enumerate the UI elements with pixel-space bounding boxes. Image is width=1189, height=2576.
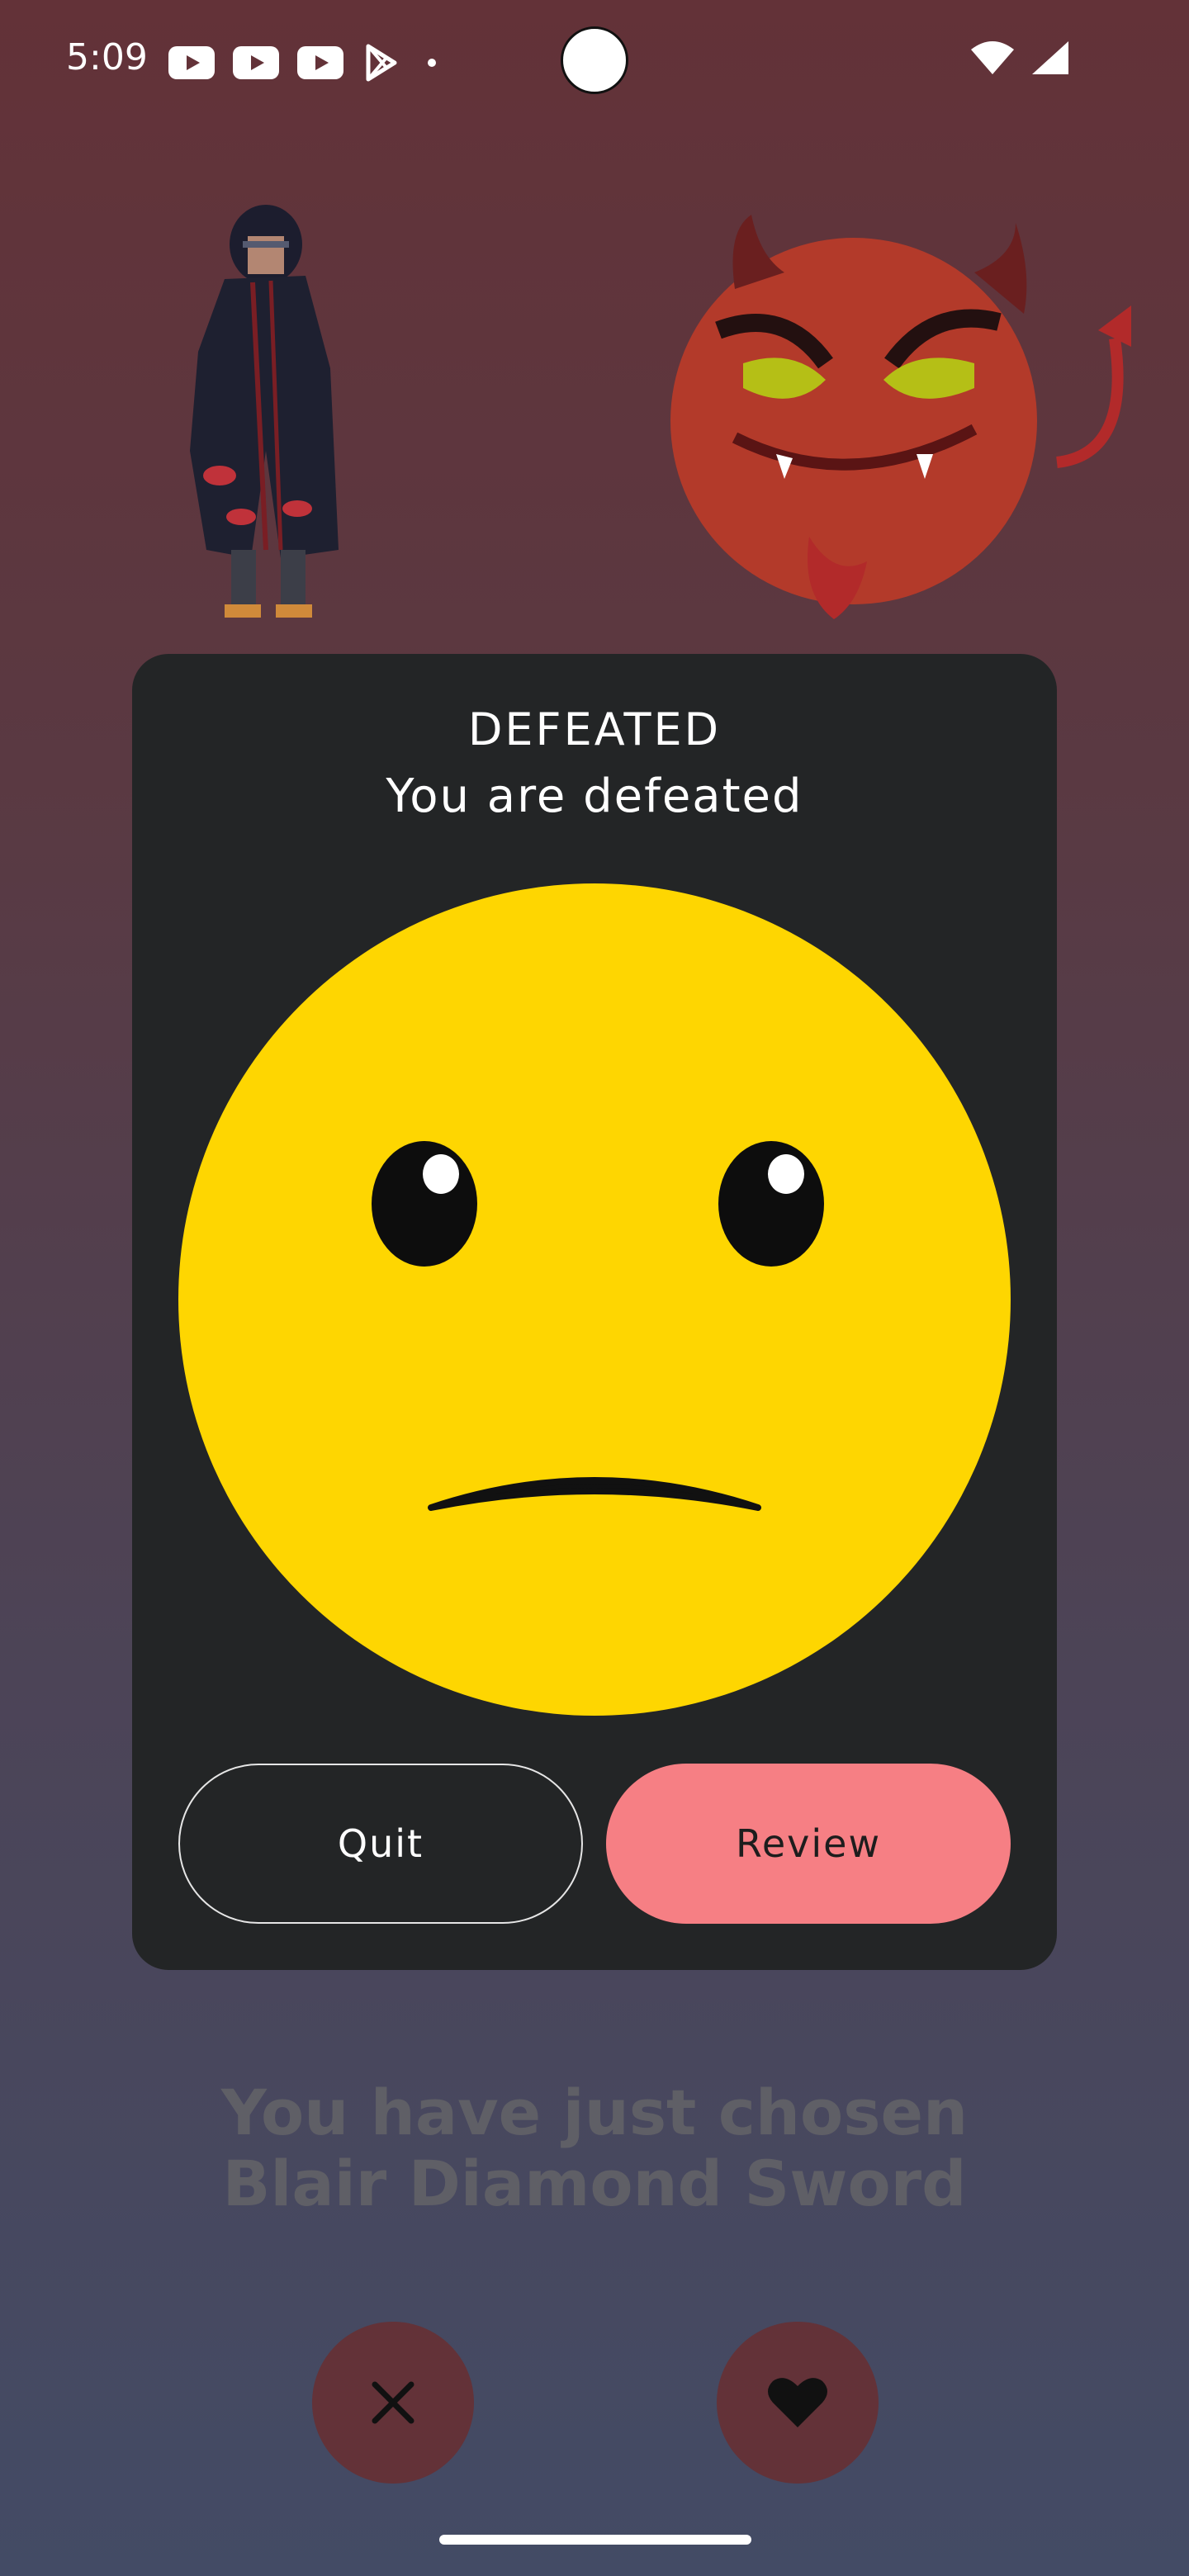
dialog-message: You are defeated (386, 769, 803, 823)
review-button[interactable]: Review (606, 1764, 1011, 1924)
youtube-icon (297, 46, 343, 79)
dot-icon (428, 59, 436, 67)
sad-face-icon (178, 883, 1011, 1716)
quit-button[interactable]: Quit (178, 1764, 583, 1924)
enemy-devil-sprite (670, 215, 1131, 619)
status-bar: 5:09 (0, 0, 1189, 124)
chosen-item-text: You have just chosen Blair Diamond Sword (0, 2077, 1189, 2219)
like-button[interactable] (717, 2322, 879, 2484)
chosen-item-name: Blair Diamond Sword (222, 2147, 967, 2220)
notification-icons (168, 43, 436, 83)
camera-cutout (561, 26, 628, 94)
heart-icon (768, 2378, 827, 2427)
wifi-icon (971, 41, 1014, 74)
play-store-icon (366, 44, 397, 82)
youtube-icon (233, 46, 279, 79)
dismiss-button[interactable] (312, 2322, 474, 2484)
signal-icon (1032, 41, 1068, 74)
youtube-icon (168, 46, 215, 79)
close-icon (372, 2381, 414, 2424)
home-indicator[interactable] (439, 2535, 751, 2545)
dialog-title: DEFEATED (467, 703, 722, 755)
player-character-sprite (190, 205, 339, 618)
result-dialog: DEFEATED You are defeated Quit Review (132, 654, 1057, 1970)
chosen-text-line1: You have just chosen (220, 2076, 969, 2149)
status-time: 5:09 (66, 36, 148, 78)
status-right-icons (969, 40, 1070, 76)
